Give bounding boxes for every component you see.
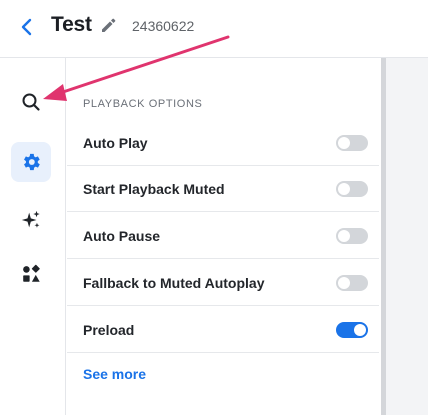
sparkle-icon — [21, 210, 40, 228]
tool-rail — [0, 58, 66, 415]
toggle-knob — [338, 276, 350, 289]
option-row-auto-play: Auto Play — [67, 120, 379, 166]
rail-settings-button[interactable] — [11, 142, 51, 182]
option-label: Auto Pause — [83, 227, 161, 244]
option-label: Start Playback Muted — [83, 180, 225, 197]
rail-search-button[interactable] — [11, 82, 51, 122]
toggle-knob — [338, 136, 350, 149]
pencil-icon[interactable] — [99, 16, 117, 34]
gear-icon — [24, 153, 40, 171]
option-label: Auto Play — [83, 134, 148, 151]
option-row-auto-pause: Auto Pause — [67, 213, 379, 259]
option-row-start-muted: Start Playback Muted — [67, 166, 379, 212]
top-header: Test 24360622 — [0, 0, 428, 58]
auto-play-toggle[interactable] — [336, 134, 368, 151]
rail-ai-button[interactable] — [11, 200, 51, 240]
toggle-knob — [338, 229, 350, 242]
preview-area — [386, 58, 428, 415]
option-row-fallback-muted: Fallback to Muted Autoplay — [67, 260, 379, 306]
option-row-preload: Preload — [67, 307, 379, 353]
rail-elements-button[interactable] — [11, 254, 51, 294]
preload-toggle[interactable] — [336, 321, 368, 338]
settings-panel: PLAYBACK OPTIONS Auto Play Start Playbac… — [67, 58, 379, 415]
fallback-muted-toggle[interactable] — [336, 274, 368, 291]
see-more-link[interactable]: See more — [83, 366, 146, 382]
start-muted-toggle[interactable] — [336, 180, 368, 197]
option-label: Preload — [83, 321, 135, 338]
back-arrow-icon[interactable] — [19, 15, 35, 39]
auto-pause-toggle[interactable] — [336, 227, 368, 244]
option-label: Fallback to Muted Autoplay — [83, 274, 265, 291]
search-icon — [22, 93, 40, 111]
page-title: Test — [51, 13, 92, 36]
shapes-icon — [23, 264, 40, 282]
toggle-knob — [354, 323, 366, 336]
toggle-knob — [338, 182, 350, 195]
video-id: 24360622 — [132, 18, 195, 34]
section-title: PLAYBACK OPTIONS — [83, 98, 203, 110]
